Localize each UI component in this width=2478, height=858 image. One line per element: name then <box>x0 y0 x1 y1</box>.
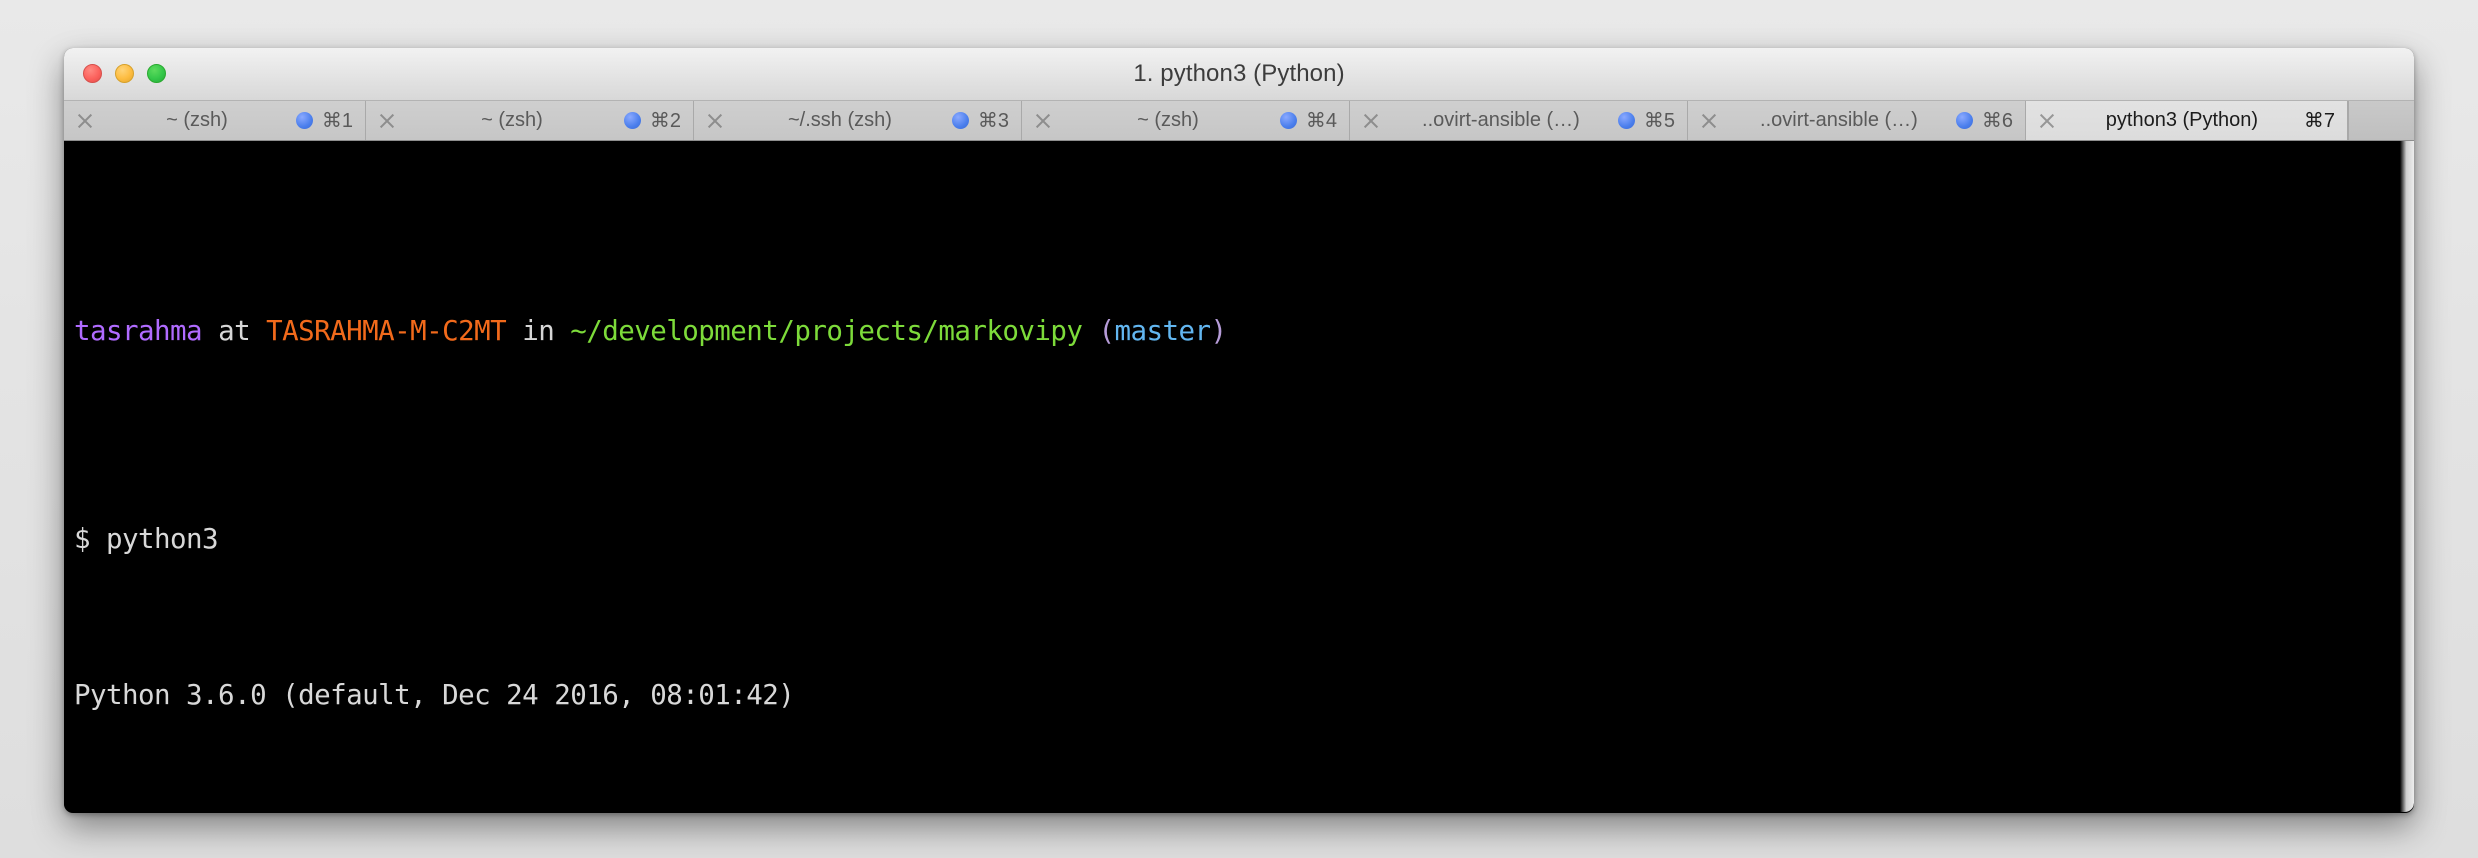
prompt-paren-close: ) <box>1210 315 1228 347</box>
prompt-git-branch: master <box>1114 315 1211 347</box>
prompt-paren-open: ( <box>1082 315 1115 347</box>
terminal-scrollbar[interactable] <box>2400 141 2414 812</box>
terminal-output-area[interactable]: tasrahma at TASRAHMA-M-C2MT in ~/develop… <box>64 141 2414 812</box>
terminal-line: Python 3.6.0 (default, Dec 24 2016, 08:0… <box>74 679 795 711</box>
prompt-hostname: TASRAHMA-M-C2MT <box>266 315 507 347</box>
tab-3[interactable]: ~/.ssh (zsh) ⌘3 <box>694 101 1022 140</box>
tab-1[interactable]: ~ (zsh) ⌘1 <box>64 101 366 140</box>
tab-5[interactable]: ..ovirt-ansible (…) ⌘5 <box>1350 101 1688 140</box>
tab-shortcut: ⌘2 <box>649 110 681 132</box>
tab-shortcut: ⌘1 <box>321 110 353 132</box>
tab-label: ..ovirt-ansible (…) <box>1422 109 1580 131</box>
close-icon[interactable] <box>702 108 728 134</box>
window-titlebar: 1. python3 (Python) <box>64 48 2414 101</box>
activity-dot-icon <box>951 112 969 129</box>
tab-2[interactable]: ~ (zsh) ⌘2 <box>366 101 694 140</box>
tab-label: ~ (zsh) <box>481 109 543 131</box>
terminal-window: 1. python3 (Python) ~ (zsh) ⌘1 ~ (zsh) ⌘… <box>64 48 2414 813</box>
window-title: 1. python3 (Python) <box>1133 60 1345 87</box>
activity-dot-icon <box>1617 112 1635 129</box>
prompt-path: ~/development/projects/markovipy <box>570 315 1083 347</box>
activity-dot-icon <box>1955 112 1973 129</box>
close-icon[interactable] <box>1358 108 1384 134</box>
activity-dot-icon <box>295 112 313 129</box>
tab-shortcut: ⌘7 <box>2303 110 2335 132</box>
tab-4[interactable]: ~ (zsh) ⌘4 <box>1022 101 1350 140</box>
shell-prompt-line: tasrahma at TASRAHMA-M-C2MT in ~/develop… <box>74 305 2414 357</box>
tab-shortcut: ⌘5 <box>1643 110 1675 132</box>
tab-shortcut: ⌘6 <box>1981 110 2013 132</box>
tab-label: ..ovirt-ansible (…) <box>1760 109 1918 131</box>
activity-dot-icon <box>623 112 641 129</box>
close-icon[interactable] <box>1696 108 1722 134</box>
close-icon[interactable] <box>1030 108 1056 134</box>
prompt-in-word: in <box>506 315 571 347</box>
tab-label: python3 (Python) <box>2105 109 2259 131</box>
prompt-username: tasrahma <box>74 315 203 347</box>
tab-shortcut: ⌘3 <box>977 110 1009 132</box>
tab-label: ~ (zsh) <box>166 109 228 131</box>
close-icon[interactable] <box>72 108 98 134</box>
tab-label: ~ (zsh) <box>1137 109 1199 131</box>
activity-dot-icon <box>1279 112 1297 129</box>
tab-7[interactable]: python3 (Python) ⌘7 <box>2026 101 2348 140</box>
tab-bar: ~ (zsh) ⌘1 ~ (zsh) ⌘2 ~/.ssh (zsh) ⌘3 ~ … <box>64 101 2414 141</box>
tab-6[interactable]: ..ovirt-ansible (…) ⌘6 <box>1688 101 2026 140</box>
tab-shortcut: ⌘4 <box>1305 110 1337 132</box>
close-icon[interactable] <box>374 108 400 134</box>
terminal-line: $ python3 <box>74 523 219 555</box>
tab-bar-filler <box>2348 101 2414 140</box>
close-icon[interactable] <box>2034 108 2060 134</box>
tab-label: ~/.ssh (zsh) <box>787 109 892 131</box>
prompt-at-word: at <box>202 315 267 347</box>
